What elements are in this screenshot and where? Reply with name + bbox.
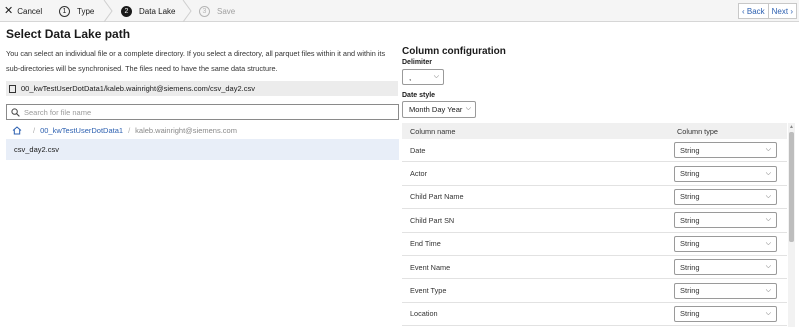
column-type-select[interactable]: String ⌵ [674,212,777,229]
selected-path: 00_kwTestUserDotData1/kaleb.wainright@si… [21,84,255,93]
next-button[interactable]: Next › [767,4,796,18]
breadcrumb-separator: / [128,126,131,135]
step-number: 1 [59,5,70,17]
column-header-type: Column type [677,126,718,136]
step-label: Type [77,6,95,16]
page-title: Select Data Lake path [6,27,131,41]
chevron-down-icon: ⌵ [433,73,439,80]
column-type-select[interactable]: String ⌵ [674,165,777,182]
delimiter-value: , [409,72,412,82]
date-style-value: Month Day Year [409,105,463,114]
wizard-nav: ‹ Back Next › [737,3,797,19]
step-data-lake: 2 Data Lake [121,3,175,19]
table-row: Event Type String ⌵ [402,279,787,303]
chevron-down-icon: ⌵ [765,309,771,317]
search-box[interactable] [6,104,399,120]
table-header: Column name Column type [402,123,787,139]
date-style-select[interactable]: Month Day Year ⌵ [402,101,476,118]
cancel-label: Cancel [17,6,43,16]
column-config-title: Column configuration [402,46,506,57]
column-type-value: String [680,309,700,319]
column-header-name: Column name [410,126,456,136]
chevron-down-icon: ⌵ [765,169,771,177]
selected-path-bar: 00_kwTestUserDotData1/kaleb.wainright@si… [6,81,398,96]
table-row: Child Part SN String ⌵ [402,209,787,233]
column-type-select[interactable]: String ⌵ [674,282,777,299]
wizard-bar: ✕ Cancel 1 Type 2 Data Lake 3 Save ‹ Bac… [0,0,799,22]
step-separator-icon [182,0,192,22]
column-type-select[interactable]: String ⌵ [674,235,777,252]
column-type-value: String [680,286,700,296]
scroll-up-icon[interactable]: ▲ [789,124,794,130]
chevron-down-icon: ⌵ [765,239,771,247]
delimiter-label: Delimiter [402,59,432,66]
home-icon[interactable] [12,126,22,135]
search-icon [11,107,20,117]
column-type-value: String [680,262,700,272]
close-icon: ✕ [4,4,14,17]
chevron-down-icon: ⌵ [465,105,471,112]
step-type: 1 Type [59,3,94,19]
step-label: Data Lake [139,6,176,16]
table-row: Date String ⌵ [402,139,787,163]
table-row: Actor String ⌵ [402,162,787,186]
step-label: Save [217,6,236,16]
chevron-down-icon: ⌵ [765,263,771,271]
column-type-value: String [680,169,700,179]
step-number: 2 [121,5,132,17]
step-separator-icon [103,0,113,22]
step-number: 3 [199,5,210,17]
column-name-cell: End Time [410,239,441,249]
file-icon [9,84,16,93]
column-table: Column name Column type Date String ⌵ Actor… [402,123,787,327]
column-type-select[interactable]: String ⌵ [674,259,777,276]
table-row: Location String ⌵ [402,303,787,327]
breadcrumb: / 00_kwTestUserDotData1 / kaleb.wainrigh… [6,124,399,137]
table-row: Event Name String ⌵ [402,256,787,280]
search-input[interactable] [24,107,384,117]
chevron-down-icon: ⌵ [765,192,771,200]
column-type-value: String [680,239,700,249]
next-label: Next [771,6,789,16]
chevron-down-icon: ⌵ [765,216,771,224]
breadcrumb-item-folder[interactable]: 00_kwTestUserDotData1 [40,126,123,135]
breadcrumb-separator: / [33,126,36,135]
column-type-select[interactable]: String ⌵ [674,188,777,205]
chevron-down-icon: ⌵ [765,286,771,294]
cancel-button[interactable]: ✕ Cancel [4,3,42,19]
date-style-label: Date style [402,92,436,99]
column-type-value: String [680,192,700,202]
step-save: 3 Save [199,3,235,19]
column-type-select[interactable]: String ⌵ [674,142,777,159]
scrollbar-thumb[interactable] [789,132,794,242]
table-row: End Time String ⌵ [402,233,787,256]
column-name-cell: Actor [410,169,428,179]
column-name-cell: Location [410,309,438,319]
page-description: You can select an individual file or a c… [6,49,386,73]
column-type-select[interactable]: String ⌵ [674,305,777,322]
back-button[interactable]: ‹ Back [739,4,768,18]
delimiter-select[interactable]: , ⌵ [402,69,444,85]
column-name-cell: Event Type [410,286,447,296]
back-label: Back [746,6,765,16]
column-name-cell: Child Part Name [410,192,464,202]
table-row: Child Part Name String ⌵ [402,186,787,210]
column-type-value: String [680,145,700,155]
column-name-cell: Date [410,145,426,155]
breadcrumb-item-current: kaleb.wainright@siemens.com [135,126,237,135]
file-name: csv_day2.csv [14,145,60,154]
column-name-cell: Child Part SN [410,215,455,225]
scrollbar[interactable]: ▲ [788,123,795,327]
chevron-down-icon: ⌵ [765,146,771,154]
column-type-value: String [680,215,700,225]
file-list-item[interactable]: csv_day2.csv [6,139,399,160]
column-name-cell: Event Name [410,262,451,272]
